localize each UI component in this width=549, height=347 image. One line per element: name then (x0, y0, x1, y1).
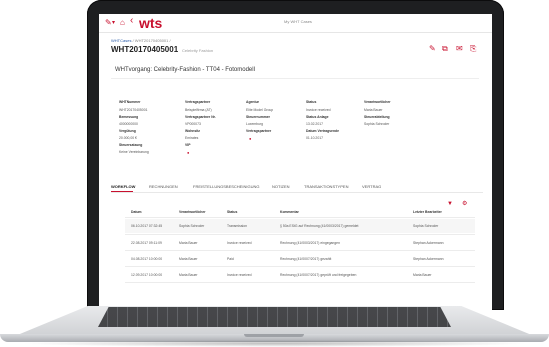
table-cell: Maria Bauer (413, 273, 432, 277)
table-cell: 12.09.2017 10:00:00 (131, 273, 163, 277)
detail-value: VP000073 (185, 122, 201, 126)
copy-icon[interactable]: ⧉ (442, 44, 448, 54)
table-cell: § 50a EStG auf Rechnung (41/0003/2017) g… (280, 224, 359, 228)
detail-label: Vergütung (119, 129, 136, 133)
detail-value: 01.10.2017 (306, 136, 323, 140)
home-icon[interactable]: ⌂ (120, 18, 125, 28)
breadcrumb-trail: / WHT20170405001 / (131, 38, 171, 43)
detail-label: Vertragspartner (246, 129, 272, 133)
detail-value: Maria Bauer (364, 108, 383, 112)
detail-label: Steuernummer (246, 115, 270, 119)
table-cell: Sophia Schroder (179, 224, 205, 228)
mail-icon[interactable]: ✉ (456, 44, 463, 54)
table-cell: Stephan Ackermann (413, 241, 444, 245)
detail-col1-header: WHTNummer (119, 100, 141, 104)
detail-col5-header: Verantwortlicher (364, 100, 391, 104)
detail-value: Emirates (185, 136, 199, 140)
detail-value: Sophia Schroder (364, 122, 390, 126)
detail-label: Datum Vertragsende (306, 129, 339, 133)
divider (111, 78, 479, 79)
edit-icon[interactable]: ✎ (105, 18, 112, 28)
export-icon[interactable]: ⎘ (470, 44, 476, 54)
laptop-notch (244, 334, 304, 337)
detail-col2-header: Vertragspartner (185, 100, 211, 104)
app-logo: wts (139, 15, 163, 31)
detail-label: Bemessung (119, 115, 139, 119)
table-cell: Paid (227, 257, 234, 261)
column-header-datum[interactable]: Datum (131, 210, 142, 215)
settings-icon[interactable]: ⚙ (462, 200, 467, 208)
laptop-keyboard (98, 307, 451, 327)
detail-value: Luxemburg (246, 122, 263, 126)
detail-label: VIP (185, 143, 191, 147)
app-screen: ✎ ▾ ⌂ ‹ wts My WHT Cases WHTCases / WHT2… (99, 14, 492, 310)
tab-rechnungen[interactable]: RECHNUNGEN (149, 184, 178, 190)
detail-label: Status Anlage (306, 115, 329, 119)
breadcrumb: WHTCases / WHT20170405001 / (111, 38, 171, 44)
partner-indicator-icon: ● (249, 136, 252, 141)
detail-value: 13.02.2017 (306, 122, 323, 126)
tab-transaktionstypen[interactable]: TRANSAKTIONSTYPEN (304, 184, 348, 190)
detail-label: Steuersatzung (119, 143, 143, 147)
top-bar: ✎ ▾ ⌂ ‹ wts My WHT Cases (99, 14, 492, 33)
table-cell: Rechnung (41/0007/2017) geprüft und frei… (280, 273, 357, 277)
detail-value: Invoice received (306, 108, 331, 112)
back-icon[interactable]: ‹ (130, 16, 133, 26)
table-cell: Rechnung (41/0007/2017) gezahlt (280, 257, 332, 261)
table-cell: Transmission (227, 224, 248, 228)
table-cell: Maria Bauer (179, 241, 198, 245)
divider (111, 192, 483, 193)
table-cell: Maria Bauer (179, 257, 198, 261)
detail-value: 20.000,00 € (119, 136, 137, 140)
page-subtitle: Celebrity Fashion (182, 48, 214, 53)
tab-workflow[interactable]: WORKFLOW (111, 184, 135, 190)
detail-value: Keine Vereinbarung (119, 150, 149, 154)
filter-icon[interactable]: ▼ (447, 200, 453, 208)
row-divider (125, 266, 475, 267)
row-divider (125, 234, 475, 235)
vip-indicator-icon: ● (187, 150, 190, 155)
edit-icon[interactable]: ✎ (429, 44, 436, 54)
column-header-status[interactable]: Status (227, 210, 237, 215)
table-cell: Invoice received (227, 273, 252, 277)
tab-notizen[interactable]: NOTIZEN (272, 184, 290, 190)
tab-vertrag[interactable]: VERTRAG (362, 184, 381, 190)
table-cell: Rechnung (41/0003/2017) eingegangen (280, 241, 340, 245)
table-cell: 04.08.2017 10:00:00 (131, 257, 163, 261)
top-center-title[interactable]: My WHT Cases (284, 19, 312, 25)
row-divider (125, 250, 475, 251)
detail-col4-header: Status (306, 100, 317, 104)
tab-freistellungsbescheinigung[interactable]: FREISTELLUNGSBESCHEINIGUNG (193, 184, 259, 190)
detail-label: Wohnsitz (185, 129, 201, 133)
page-title: WHT20170405001 (111, 45, 179, 54)
row-divider (125, 282, 475, 283)
laptop-shadow (20, 340, 529, 347)
column-header-kommentar[interactable]: Kommentar (280, 210, 299, 215)
detail-label: Steuerabteilung (364, 115, 390, 119)
table-cell: Sophia Schroder (413, 224, 439, 228)
table-cell: 06.10.2017 07:32:45 (131, 224, 163, 228)
table-cell: 22.08.2017 09:11:09 (131, 241, 162, 245)
breadcrumb-root[interactable]: WHTCases (111, 38, 131, 43)
table-cell: Invoice received (227, 241, 252, 245)
detail-value: Elite Model Group (246, 108, 274, 112)
detail-value: 4000000000 (119, 122, 138, 126)
detail-col3-header: Agentur (246, 100, 259, 104)
table-cell: Maria Bauer (179, 273, 198, 277)
chevron-down-icon[interactable]: ▾ (112, 18, 115, 28)
column-header-letzter-bearbeiter[interactable]: Letzter Bearbeiter (413, 210, 442, 215)
detail-label: Vertragspartner Nr. (185, 115, 216, 119)
column-header-verantwortlicher[interactable]: Verantwortlicher (179, 210, 206, 215)
detail-value: WHT20170405001 (119, 108, 148, 112)
detail-value: Beispielfirma (AT) (185, 108, 212, 112)
table-cell: Stephan Ackermann (413, 257, 444, 261)
table-header-rule (125, 217, 475, 218)
process-title: WHTvorgang: Celebrity-Fashion - TT04 - F… (115, 67, 255, 73)
